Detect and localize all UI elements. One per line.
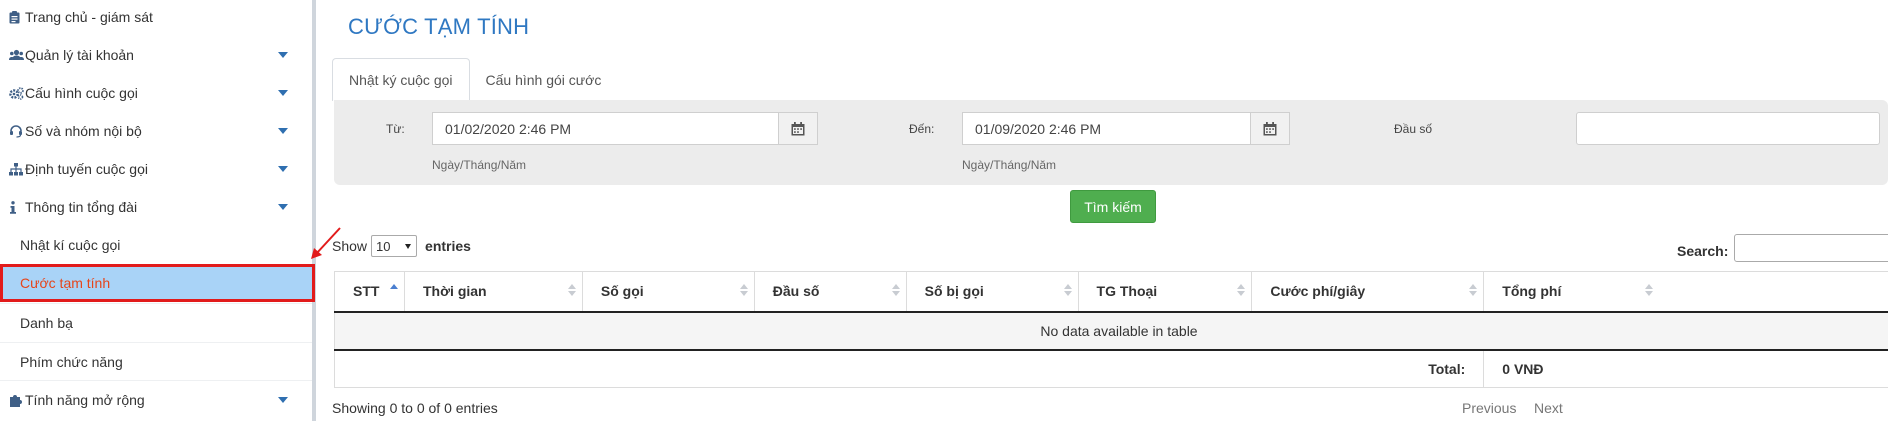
sidebar-item-label: Tính năng mở rộng <box>25 391 145 408</box>
users-icon <box>9 49 25 61</box>
tab-call-log[interactable]: Nhật ký cuộc gọi <box>332 58 470 101</box>
table-search-label: Search: <box>1677 243 1729 259</box>
charges-table: STT Thời gian Số gọi Đầu số Số bị gọi TG… <box>333 271 1888 388</box>
info-icon <box>9 200 25 214</box>
calendar-icon[interactable] <box>778 112 818 145</box>
sort-asc-icon <box>389 284 398 296</box>
headset-icon <box>9 124 25 138</box>
from-date-hint: Ngày/Tháng/Năm <box>432 158 527 172</box>
sidebar-item-call-config[interactable]: Cấu hình cuộc gọi <box>0 74 312 112</box>
chevron-down-icon <box>278 52 288 58</box>
entries-label: entries <box>425 238 471 254</box>
to-date-hint: Ngày/Tháng/Năm <box>962 158 1057 172</box>
tab-package-config[interactable]: Cấu hình gói cước <box>470 58 618 101</box>
puzzle-icon <box>9 393 25 407</box>
sidebar-item-label: Thông tin tổng đài <box>25 199 138 215</box>
sort-icon <box>739 284 748 296</box>
sort-icon <box>1237 284 1246 296</box>
column-header-prefix[interactable]: Đầu số <box>754 271 907 313</box>
sidebar-subitem-contacts[interactable]: Danh bạ <box>0 303 312 341</box>
sidebar-item-label: Quản lý tài khoản <box>25 47 134 63</box>
search-button[interactable]: Tìm kiếm <box>1070 190 1156 223</box>
sidebar-item-dashboard[interactable]: Trang chủ - giám sát <box>0 0 312 36</box>
sort-icon <box>567 284 576 296</box>
sidebar-item-label: Định tuyến cuộc gọi <box>25 161 148 177</box>
column-header-label: Số bị gọi <box>924 283 984 300</box>
sidebar-subitem-temp-charges[interactable]: Cước tạm tính <box>0 264 315 302</box>
sidebar-subitem-label: Danh bạ <box>20 314 73 331</box>
table-header-row: STT Thời gian Số gọi Đầu số Số bị gọi TG… <box>334 271 1888 313</box>
sidebar-item-label: Trang chủ - giám sát <box>25 9 153 25</box>
empty-message: No data available in table <box>334 311 1888 351</box>
chevron-down-icon <box>278 204 288 210</box>
sidebar-item-label: Số và nhóm nội bộ <box>25 123 142 139</box>
sidebar-subitem-function-keys[interactable]: Phím chức năng <box>0 342 312 380</box>
sidebar-item-pbx-info[interactable]: Thông tin tổng đài <box>0 188 312 226</box>
column-header-label: Số gọi <box>600 283 644 300</box>
column-header-label: Tổng phí <box>1502 283 1562 300</box>
main-content: CƯỚC TẠM TÍNH Nhật ký cuộc gọi Cấu hình … <box>332 0 1888 421</box>
sidebar: Trang chủ - giám sát Quản lý tài khoản C… <box>0 0 316 421</box>
sidebar-item-account[interactable]: Quản lý tài khoản <box>0 36 312 74</box>
previous-button[interactable]: Previous <box>1462 400 1516 416</box>
prefix-input[interactable] <box>1576 112 1880 145</box>
column-header-label: TG Thoại <box>1096 283 1158 300</box>
column-header-label: STT <box>353 283 380 300</box>
column-header-total[interactable]: Tổng phí <box>1483 271 1888 313</box>
column-header-time[interactable]: Thời gian <box>404 271 583 313</box>
column-header-label: Thời gian <box>422 283 487 300</box>
table-row: No data available in table <box>334 311 1888 351</box>
sort-icon <box>1645 284 1653 296</box>
chevron-down-icon <box>278 166 288 172</box>
to-date-input[interactable] <box>962 112 1252 145</box>
page-size-control: Show 10 entries <box>332 235 471 257</box>
sort-icon <box>1063 284 1072 296</box>
column-header-caller[interactable]: Số gọi <box>582 271 755 313</box>
clipboard-icon <box>9 10 25 24</box>
calendar-icon[interactable] <box>1250 112 1290 145</box>
column-header-stt[interactable]: STT <box>334 271 405 313</box>
chevron-down-icon <box>405 244 412 249</box>
page-size-select[interactable]: 10 <box>371 235 418 257</box>
sitemap-icon <box>9 162 25 176</box>
table-info: Showing 0 to 0 of 0 entries <box>332 400 498 416</box>
page-size-value: 10 <box>376 238 391 254</box>
table-footer-row: Total: 0 VNĐ <box>333 349 1888 388</box>
next-button[interactable]: Next <box>1534 400 1563 416</box>
sort-icon <box>1469 284 1478 296</box>
sidebar-subitem-label: Cước tạm tính <box>20 275 111 291</box>
chevron-down-icon <box>278 90 288 96</box>
column-header-label: Cước phí/giây <box>1270 283 1366 300</box>
tab-bar: Nhật ký cuộc gọi Cấu hình gói cước <box>332 58 617 101</box>
sidebar-item-routing[interactable]: Định tuyến cuộc gọi <box>0 150 312 188</box>
column-header-rate[interactable]: Cước phí/giây <box>1251 271 1485 313</box>
chevron-down-icon <box>278 128 288 134</box>
chevron-down-icon <box>278 397 288 403</box>
sidebar-item-label: Cấu hình cuộc gọi <box>25 85 138 101</box>
cogs-icon <box>9 86 25 100</box>
table-search-input[interactable] <box>1734 234 1888 262</box>
from-label: Từ: <box>386 122 405 136</box>
total-value: 0 VNĐ <box>1483 349 1888 388</box>
sidebar-item-extensions[interactable]: Tính năng mở rộng <box>0 380 312 418</box>
column-header-label: Đầu số <box>772 283 820 300</box>
sidebar-item-internal-numbers[interactable]: Số và nhóm nội bộ <box>0 112 312 150</box>
total-label: Total: <box>333 349 1485 388</box>
sidebar-subitem-label: Phím chức năng <box>20 353 123 370</box>
show-label: Show <box>332 238 368 254</box>
filter-panel: Từ: Ngày/Tháng/Năm Đến: Ngày/Tháng/Năm Đ… <box>334 100 1888 185</box>
to-label: Đến: <box>909 122 935 136</box>
sort-icon <box>891 284 900 296</box>
column-header-callee[interactable]: Số bị gọi <box>906 271 1079 313</box>
sidebar-subitem-call-log[interactable]: Nhật kí cuộc gọi <box>0 226 312 264</box>
sidebar-subitem-label: Nhật kí cuộc gọi <box>20 237 121 253</box>
column-header-duration[interactable]: TG Thoại <box>1078 271 1253 313</box>
prefix-label: Đầu số <box>1394 122 1433 136</box>
page-title: CƯỚC TẠM TÍNH <box>348 14 530 39</box>
from-date-input[interactable] <box>432 112 780 145</box>
